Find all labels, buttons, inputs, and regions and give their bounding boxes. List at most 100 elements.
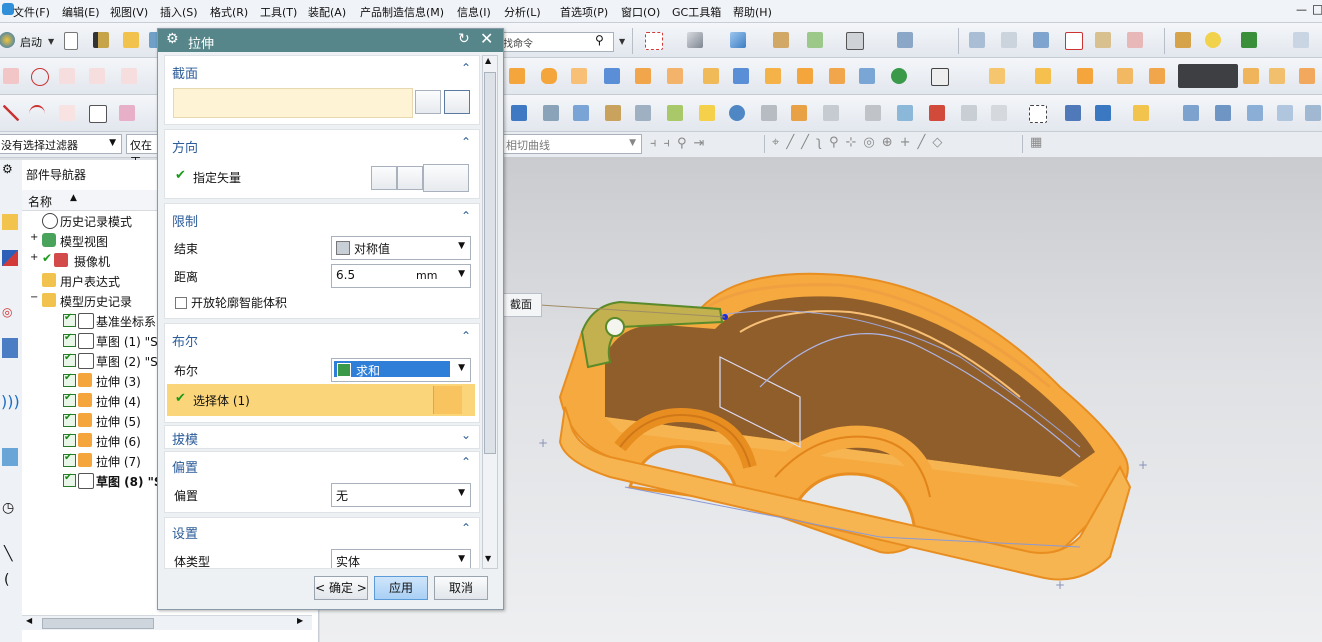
end-dropdown[interactable]: 对称值 ▼ bbox=[331, 236, 471, 260]
distance-input[interactable]: 6.5 mm ▼ bbox=[331, 264, 471, 288]
point-snap-icons[interactable]: ⌖╱╱ʅ⚲⊹◎⊕+╱◇ bbox=[772, 135, 949, 150]
close-icon[interactable]: ✕ bbox=[480, 29, 493, 48]
menu-assembly[interactable]: 装配(A) bbox=[308, 4, 346, 20]
settings-icon[interactable]: ⚙ bbox=[2, 162, 13, 176]
expand-icon[interactable]: + bbox=[30, 252, 38, 263]
background-image-icon[interactable] bbox=[894, 102, 916, 124]
menu-gc-toolbox[interactable]: GC工具箱 bbox=[672, 4, 721, 20]
show-hide-icon[interactable] bbox=[1130, 102, 1152, 124]
box-view-icon[interactable] bbox=[988, 102, 1010, 124]
open-profile-checkbox[interactable] bbox=[175, 297, 187, 309]
visibility-checkbox[interactable] bbox=[63, 452, 76, 467]
stage-icon[interactable] bbox=[926, 102, 948, 124]
section-title[interactable]: 截面 bbox=[172, 63, 198, 82]
dialog-scrollbar[interactable]: ▲ ▼ bbox=[482, 55, 498, 569]
material-icon[interactable] bbox=[570, 102, 592, 124]
sort-ascending-icon[interactable]: ▲ bbox=[70, 193, 77, 203]
hole-icon[interactable] bbox=[856, 65, 878, 87]
tube-icon[interactable] bbox=[601, 65, 623, 87]
roles-icon[interactable]: ( bbox=[4, 572, 9, 588]
snap-point-icons[interactable]: ⫞⫞⚲⇥ bbox=[650, 136, 711, 151]
visibility-checkbox[interactable] bbox=[63, 472, 76, 487]
shaded-edges-icon[interactable] bbox=[684, 29, 706, 51]
draft-icon[interactable] bbox=[1032, 65, 1054, 87]
open-icon[interactable] bbox=[90, 29, 112, 51]
restore-icon[interactable]: □ bbox=[1312, 2, 1322, 16]
shell-icon[interactable] bbox=[664, 65, 686, 87]
loft-icon[interactable] bbox=[1274, 102, 1296, 124]
solid-body-icon[interactable] bbox=[433, 386, 462, 414]
spline-icon[interactable] bbox=[118, 65, 140, 87]
scroll-right-icon[interactable]: ▶ bbox=[297, 616, 303, 625]
limits-title[interactable]: 限制 bbox=[172, 211, 198, 230]
cancel-button[interactable]: 取消 bbox=[434, 576, 488, 600]
vector-dialog-button[interactable] bbox=[397, 166, 423, 190]
model-body[interactable] bbox=[539, 272, 1132, 581]
trim-body-icon[interactable] bbox=[1146, 65, 1168, 87]
collapse-caret-icon[interactable]: ⌃ bbox=[461, 455, 471, 469]
menu-info[interactable]: 信息(I) bbox=[457, 4, 491, 20]
rib-icon[interactable] bbox=[730, 65, 752, 87]
camera-icon[interactable] bbox=[540, 102, 562, 124]
offset-face-icon[interactable] bbox=[986, 65, 1008, 87]
menu-tools[interactable]: 工具(T) bbox=[260, 4, 297, 20]
circle-icon[interactable] bbox=[28, 65, 50, 87]
search-icon[interactable]: ⚲ bbox=[595, 33, 604, 47]
minimize-icon[interactable]: — bbox=[1296, 3, 1307, 16]
new-file-icon[interactable] bbox=[60, 29, 82, 51]
selection-filter-dropdown[interactable]: 没有选择过滤器 ▼ bbox=[0, 134, 122, 154]
constraint-nav-icon[interactable] bbox=[2, 250, 18, 266]
reset-icon[interactable]: ↻ bbox=[458, 31, 470, 47]
menu-analysis[interactable]: 分析(L) bbox=[504, 4, 541, 20]
draft-panel[interactable]: 拔模 ⌄ bbox=[164, 425, 480, 449]
expand-icon[interactable]: + bbox=[30, 232, 38, 243]
array-icon[interactable] bbox=[794, 65, 816, 87]
view-orient-icon[interactable] bbox=[804, 29, 826, 51]
history-nav-icon[interactable] bbox=[2, 448, 18, 466]
analysis-icon[interactable] bbox=[1172, 29, 1194, 51]
emboss-icon[interactable] bbox=[700, 65, 722, 87]
unite-icon[interactable] bbox=[888, 65, 910, 87]
collapse-caret-icon[interactable]: ⌃ bbox=[461, 61, 471, 75]
clip-icon[interactable] bbox=[1092, 102, 1114, 124]
scrollbar-thumb[interactable] bbox=[484, 72, 496, 454]
start-dropdown-icon[interactable]: ▼ bbox=[48, 37, 54, 46]
scene-icon[interactable] bbox=[788, 102, 810, 124]
orient-view-icon[interactable] bbox=[770, 29, 792, 51]
menu-view[interactable]: 视图(V) bbox=[110, 4, 148, 20]
arc-icon[interactable] bbox=[26, 102, 48, 124]
collapse-caret-icon[interactable]: ⌃ bbox=[461, 329, 471, 343]
collapse-caret-icon[interactable]: ⌃ bbox=[461, 209, 471, 223]
folder-icon[interactable] bbox=[120, 29, 142, 51]
scroll-left-icon[interactable]: ◀ bbox=[26, 616, 32, 625]
light-icon[interactable] bbox=[664, 102, 686, 124]
box-icon[interactable] bbox=[958, 102, 980, 124]
work-layer-icon[interactable] bbox=[894, 29, 916, 51]
reverse-direction-button[interactable] bbox=[371, 166, 397, 190]
start-menu-label[interactable]: 启动 bbox=[20, 34, 42, 50]
background-icon[interactable] bbox=[843, 29, 865, 51]
studio-icon[interactable] bbox=[820, 102, 842, 124]
reuse-library-icon[interactable]: ◎ bbox=[2, 305, 12, 319]
intersect-icon[interactable] bbox=[86, 65, 108, 87]
visibility-checkbox[interactable] bbox=[63, 432, 76, 447]
menu-format[interactable]: 格式(R) bbox=[210, 4, 248, 20]
datum-icon[interactable] bbox=[1092, 29, 1114, 51]
sketch-section-button[interactable] bbox=[415, 90, 441, 114]
blend-icon[interactable] bbox=[1074, 65, 1096, 87]
quick-pick-icon[interactable]: ▦ bbox=[1030, 135, 1042, 150]
move-object-icon[interactable] bbox=[1030, 29, 1052, 51]
render-style-icon[interactable] bbox=[727, 29, 749, 51]
highlight-icon[interactable] bbox=[696, 102, 718, 124]
section-icon[interactable] bbox=[1062, 102, 1084, 124]
dialog-titlebar[interactable]: ⚙ 拉伸 ↻ ✕ bbox=[158, 29, 503, 52]
keyboard-icon[interactable] bbox=[1178, 64, 1238, 88]
command-finder-dropdown-icon[interactable]: ▼ bbox=[619, 37, 625, 46]
trim-icon[interactable] bbox=[56, 65, 78, 87]
collapse-icon[interactable]: − bbox=[30, 292, 38, 303]
decal-icon[interactable] bbox=[632, 102, 654, 124]
cylinder-icon[interactable] bbox=[538, 65, 560, 87]
select-box-icon[interactable] bbox=[1026, 102, 1048, 124]
part-nav-icon[interactable] bbox=[2, 338, 18, 358]
apply-button[interactable]: 应用 bbox=[374, 576, 428, 600]
